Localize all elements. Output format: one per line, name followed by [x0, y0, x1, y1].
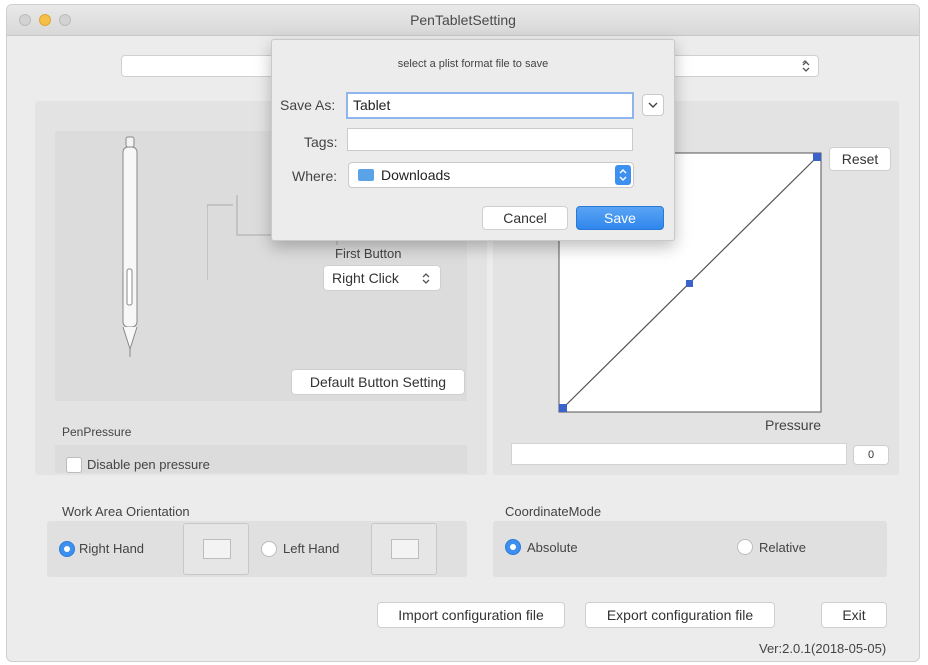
relative-radio[interactable] [737, 539, 753, 555]
select-arrows-icon [422, 273, 430, 284]
pen-illustration-icon [122, 136, 138, 357]
exit-button[interactable]: Exit [821, 602, 887, 628]
export-configuration-button[interactable]: Export configuration file [585, 602, 775, 628]
save-as-input[interactable]: Tablet [346, 92, 634, 119]
save-button[interactable]: Save [576, 206, 664, 230]
dialog-message: select a plist format file to save [397, 58, 549, 70]
cancel-button[interactable]: Cancel [482, 206, 568, 230]
left-hand-radio[interactable] [261, 541, 277, 557]
pen-pressure-label: PenPressure [62, 425, 132, 439]
where-label: Where: [292, 168, 338, 184]
chevron-down-icon [648, 102, 658, 108]
work-area-orientation-label: Work Area Orientation [62, 504, 190, 519]
curve-end-handle[interactable] [813, 153, 821, 161]
curve-mid-handle[interactable] [686, 280, 693, 287]
right-hand-radio[interactable] [59, 541, 75, 557]
title-bar: PenTabletSetting [7, 5, 919, 36]
coordinate-mode-label: CoordinateMode [505, 504, 602, 519]
reset-button[interactable]: Reset [829, 147, 891, 171]
first-button-value: Right Click [332, 270, 399, 286]
left-hand-orientation-icon [371, 523, 437, 575]
first-button-select[interactable]: Right Click [323, 265, 441, 291]
default-button-setting-button[interactable]: Default Button Setting [291, 369, 465, 395]
app-window: PenTabletSetting ⌃ First Button Right Cl… [6, 4, 920, 662]
pressure-axis-label: Pressure [765, 417, 822, 433]
where-value: Downloads [381, 167, 451, 183]
select-arrows-icon [802, 61, 810, 72]
save-dialog: select a plist format file to save Save … [271, 39, 675, 241]
absolute-radio[interactable] [505, 539, 521, 555]
save-as-label: Save As: [280, 97, 336, 113]
select-arrows-icon [619, 169, 627, 181]
left-hand-label: Left Hand [283, 541, 340, 556]
pressure-level-bar [511, 443, 847, 465]
window-title: PenTabletSetting [410, 12, 516, 28]
expand-dialog-button[interactable] [642, 94, 664, 116]
version-label: Ver:2.0.1(2018-05-05) [759, 641, 887, 656]
absolute-label: Absolute [527, 540, 578, 555]
relative-label: Relative [759, 540, 806, 555]
first-button-label: First Button [335, 246, 402, 261]
disable-pen-pressure-checkbox[interactable] [66, 457, 82, 473]
tags-input[interactable] [347, 128, 633, 151]
import-configuration-button[interactable]: Import configuration file [377, 602, 565, 628]
pressure-value-field: 0 [853, 445, 889, 465]
curve-start-handle[interactable] [559, 404, 567, 412]
folder-icon [358, 169, 374, 181]
where-select[interactable]: Downloads [348, 162, 634, 188]
where-select-stepper [615, 165, 631, 185]
tags-label: Tags: [304, 134, 338, 150]
disable-pen-pressure-label: Disable pen pressure [87, 457, 210, 472]
right-hand-orientation-icon [183, 523, 249, 575]
right-hand-label: Right Hand [79, 541, 145, 556]
